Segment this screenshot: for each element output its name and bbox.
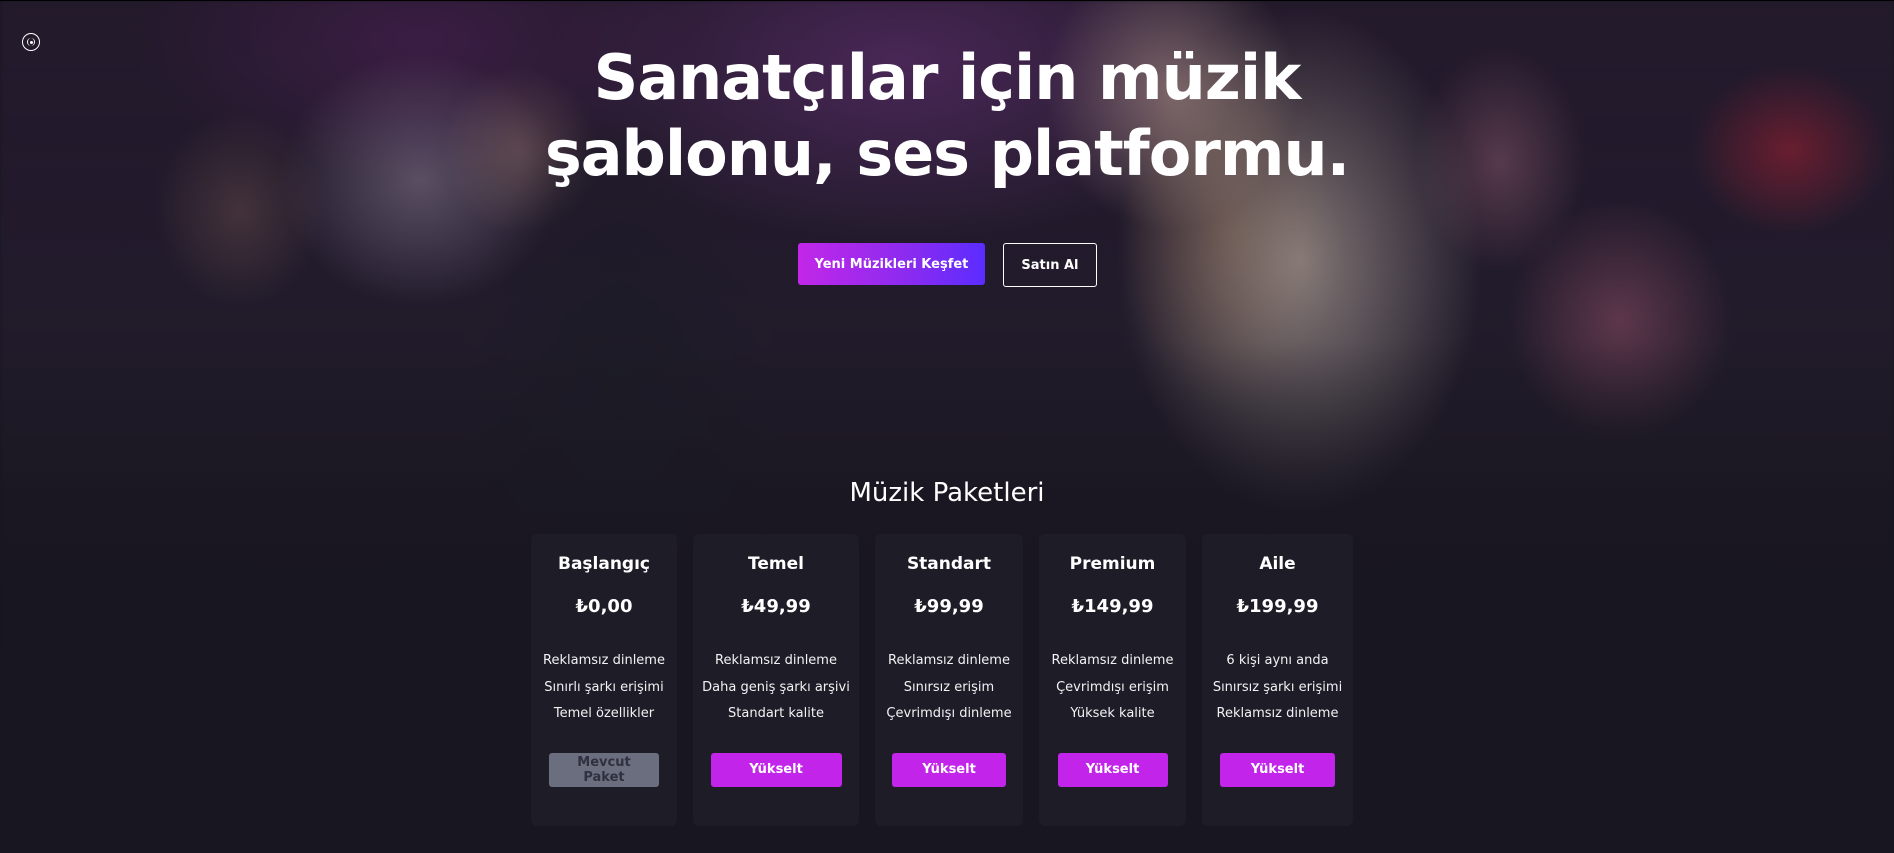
package-price: ₺49,99 xyxy=(741,596,811,617)
hero-headline-line-1: Sanatçılar için müzik xyxy=(593,41,1302,114)
package-feature: Daha geniş şarkı arşivi xyxy=(702,679,850,695)
package-card-premium: Premium ₺149,99 Reklamsız dinleme Çevrim… xyxy=(1039,534,1186,826)
package-feature: Reklamsız dinleme xyxy=(715,653,837,668)
packages-title: Müzik Paketleri xyxy=(849,478,1045,508)
package-feature: Reklamsız dinleme xyxy=(543,653,665,668)
package-feature: Sınırsız şarkı erişimi xyxy=(1212,679,1343,695)
package-card-standart: Standart ₺99,99 Reklamsız dinleme Sınırs… xyxy=(875,534,1023,826)
discover-music-button[interactable]: Yeni Müzikleri Keşfet xyxy=(797,243,986,285)
package-feature: Yüksek kalite xyxy=(1070,706,1155,721)
package-price: ₺99,99 xyxy=(914,596,984,617)
package-name: Standart xyxy=(906,554,992,574)
package-card-baslangic: Başlangıç ₺0,00 Reklamsız dinleme Sınırl… xyxy=(531,534,677,826)
upgrade-button-temel[interactable]: Yükselt xyxy=(710,752,842,787)
hero-section: Sanatçılar için müzik şablonu, ses platf… xyxy=(0,0,1894,853)
package-feature: Çevrimdışı dinleme xyxy=(886,706,1012,721)
package-name: Premium xyxy=(1069,554,1156,574)
top-border xyxy=(0,0,1894,1)
package-feature: Temel özellikler xyxy=(553,706,655,721)
package-feature: 6 kişi aynı anda xyxy=(1226,653,1329,668)
package-feature: Reklamsız dinleme xyxy=(1051,653,1174,668)
package-card-temel: Temel ₺49,99 Reklamsız dinleme Daha geni… xyxy=(693,534,859,826)
upgrade-button-aile[interactable]: Yükselt xyxy=(1220,752,1335,787)
package-feature: Reklamsız dinleme xyxy=(1216,706,1339,721)
package-price: ₺149,99 xyxy=(1071,596,1154,617)
package-price: ₺199,99 xyxy=(1236,596,1319,617)
package-cards: Başlangıç ₺0,00 Reklamsız dinleme Sınırl… xyxy=(531,534,1353,826)
package-features: Reklamsız dinleme Sınırsız erişim Çevrim… xyxy=(886,648,1011,728)
hero-actions: Yeni Müzikleri Keşfet Satın Al xyxy=(0,243,1894,287)
buy-button[interactable]: Satın Al xyxy=(1003,243,1097,287)
package-price: ₺0,00 xyxy=(575,596,633,617)
package-feature: Standart kalite xyxy=(728,706,824,721)
package-name: Temel xyxy=(748,554,804,574)
package-features: Reklamsız dinleme Daha geniş şarkı arşiv… xyxy=(702,648,850,728)
package-name: Başlangıç xyxy=(557,554,651,574)
package-feature: Sınırsız erişim xyxy=(903,679,995,695)
package-feature: Reklamsız dinleme xyxy=(888,653,1010,668)
package-feature: Çevrimdışı erişim xyxy=(1056,679,1169,695)
hero-headline: Sanatçılar için müzik şablonu, ses platf… xyxy=(0,40,1894,192)
current-package-button: Mevcut Paket xyxy=(549,752,659,787)
upgrade-button-premium[interactable]: Yükselt xyxy=(1057,752,1168,787)
package-card-aile: Aile ₺199,99 6 kişi aynı anda Sınırsız ş… xyxy=(1202,534,1353,826)
upgrade-button-standart[interactable]: Yükselt xyxy=(892,752,1006,787)
package-features: Reklamsız dinleme Çevrimdışı erişim Yüks… xyxy=(1052,648,1174,728)
package-features: 6 kişi aynı anda Sınırsız şarkı erişimi … xyxy=(1213,648,1342,728)
package-name: Aile xyxy=(1259,554,1296,574)
package-feature: Sınırlı şarkı erişimi xyxy=(544,679,664,695)
package-features: Reklamsız dinleme Sınırlı şarkı erişimi … xyxy=(543,648,665,728)
hero-headline-line-2: şablonu, ses platformu. xyxy=(544,117,1350,190)
